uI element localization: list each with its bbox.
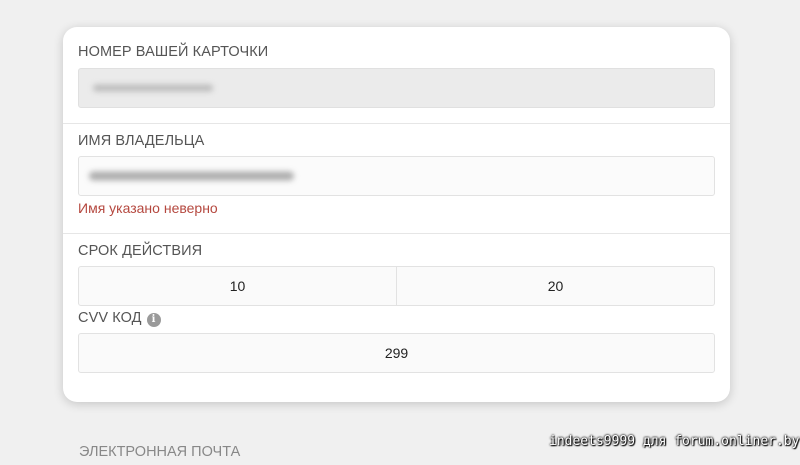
card-details-form: НОМЕР ВАШЕЙ КАРТОЧКИ ИМЯ ВЛАДЕЛЬЦА Имя у… xyxy=(63,27,730,402)
expiry-label: СРОК ДЕЙСТВИЯ xyxy=(78,243,203,259)
cvv-label: CVV КОД xyxy=(78,310,142,326)
payment-page: НОМЕР ВАШЕЙ КАРТОЧКИ ИМЯ ВЛАДЕЛЬЦА Имя у… xyxy=(0,0,800,465)
cvv-field[interactable]: 299 xyxy=(78,333,715,373)
expiry-year-field[interactable]: 20 xyxy=(397,266,715,306)
info-icon[interactable]: i xyxy=(146,313,161,327)
divider xyxy=(63,123,730,124)
forum-watermark: indeets9999 для forum.onliner.by xyxy=(549,434,800,449)
cvv-label-row: CVV КОД i xyxy=(78,310,161,327)
owner-name-field[interactable] xyxy=(78,156,715,196)
expiry-fields: 10 20 xyxy=(78,266,715,306)
email-label: ЭЛЕКТРОННАЯ ПОЧТА xyxy=(79,444,241,460)
blurred-owner-name xyxy=(89,171,294,181)
owner-name-error: Имя указано неверно xyxy=(78,200,218,216)
card-number-field[interactable] xyxy=(78,68,715,108)
divider xyxy=(63,233,730,234)
blurred-card-number xyxy=(93,84,213,92)
card-number-label: НОМЕР ВАШЕЙ КАРТОЧКИ xyxy=(78,44,269,60)
expiry-month-field[interactable]: 10 xyxy=(78,266,397,306)
owner-name-label: ИМЯ ВЛАДЕЛЬЦА xyxy=(78,133,205,149)
